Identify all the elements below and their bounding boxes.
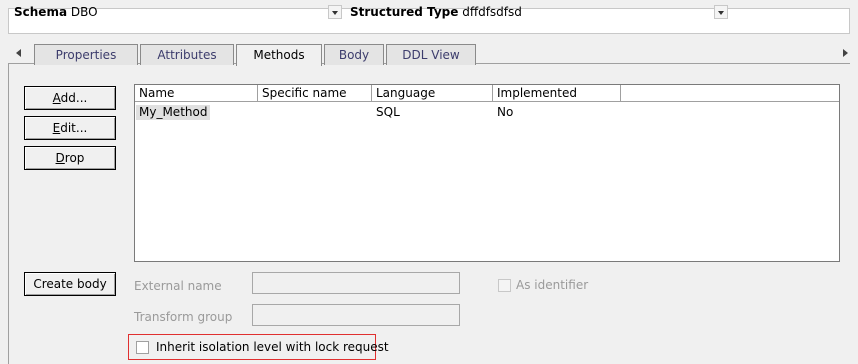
tab-methods[interactable]: Methods	[236, 44, 322, 66]
inherit-isolation-checkbox[interactable]	[136, 341, 149, 354]
column-header-filler	[621, 85, 839, 102]
structured-type-dropdown-arrow-icon[interactable]	[714, 5, 728, 19]
schema-label: Schema	[14, 5, 68, 19]
add-label: dd...	[60, 91, 88, 105]
method-row-implemented: No	[497, 105, 514, 119]
transform-group-label: Transform group	[134, 310, 233, 324]
external-name-label: External name	[134, 279, 222, 293]
tab-properties[interactable]: Properties	[34, 44, 138, 65]
add-button[interactable]: Add...	[24, 86, 116, 110]
column-header-specific-name[interactable]: Specific name	[258, 85, 372, 102]
method-row-language: SQL	[376, 105, 400, 119]
schema-value: DBO	[70, 5, 98, 19]
drop-mnemonic: D	[55, 151, 65, 165]
method-row-name[interactable]: My_Method	[136, 105, 211, 120]
structured-type-field: Structured Type dffdfsdfsd	[350, 5, 522, 19]
structured-type-label: Structured Type	[350, 5, 459, 19]
column-header-implemented[interactable]: Implemented	[493, 85, 621, 102]
as-identifier-label: As identifier	[516, 278, 589, 292]
edit-button[interactable]: Edit...	[24, 116, 116, 140]
create-body-button[interactable]: Create body	[24, 272, 116, 296]
external-name-field	[252, 272, 460, 294]
tab-body[interactable]: Body	[324, 44, 384, 65]
tab-scroll-right-icon[interactable]	[840, 46, 850, 60]
drop-label: rop	[64, 151, 85, 165]
column-header-language[interactable]: Language	[372, 85, 493, 102]
drop-button[interactable]: Drop	[24, 146, 116, 170]
edit-label: dit...	[60, 121, 88, 135]
schema-dropdown-arrow-icon[interactable]	[328, 5, 342, 19]
as-identifier-checkbox	[498, 279, 511, 292]
tab-attributes[interactable]: Attributes	[140, 44, 234, 65]
column-header-name[interactable]: Name	[135, 85, 258, 102]
structured-type-value: dffdfsdfsd	[462, 5, 522, 19]
methods-list[interactable]	[134, 84, 840, 262]
transform-group-field	[252, 304, 460, 326]
inherit-isolation-label[interactable]: Inherit isolation level with lock reques…	[156, 340, 389, 354]
tab-scroll-left-icon[interactable]	[14, 46, 24, 60]
add-mnemonic: A	[52, 91, 61, 105]
tab-ddl-view[interactable]: DDL View	[386, 44, 476, 65]
schema-field: Schema DBO	[14, 5, 98, 19]
